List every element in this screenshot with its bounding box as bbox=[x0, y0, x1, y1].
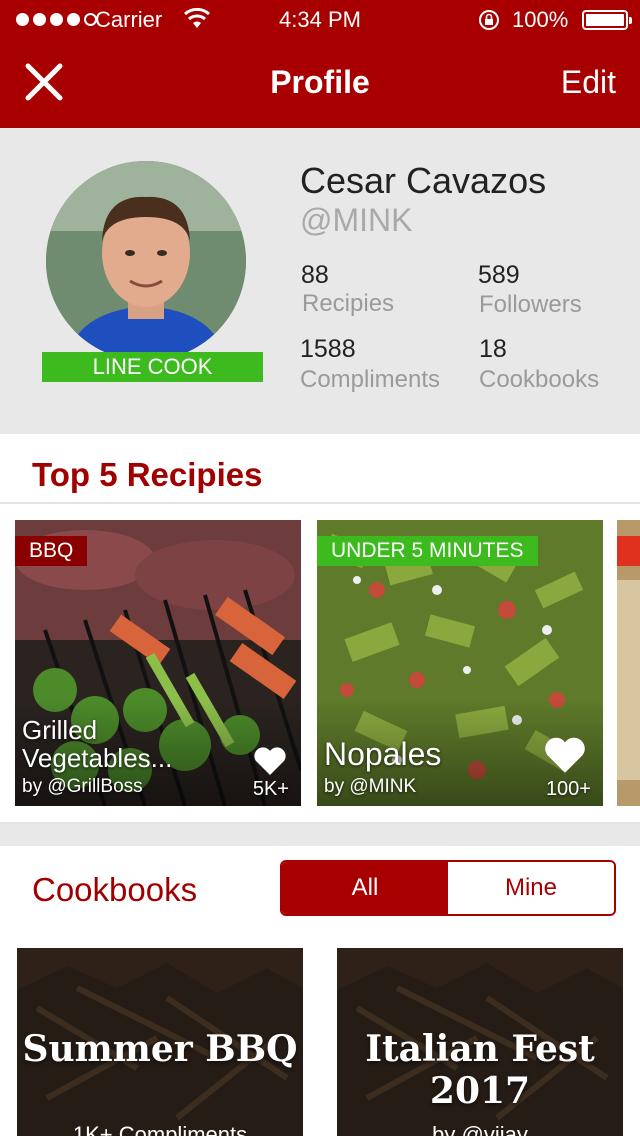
battery-icon bbox=[582, 10, 632, 30]
heart-icon[interactable] bbox=[543, 736, 587, 774]
cookbook-card[interactable]: Summer BBQ 1K+ Compliments bbox=[17, 948, 303, 1136]
edit-button[interactable]: Edit bbox=[561, 64, 616, 101]
followers-count: 589 bbox=[478, 261, 520, 289]
cookbooks-count: 18 bbox=[479, 335, 507, 363]
recipe-title: Nopales bbox=[324, 736, 442, 772]
recipe-photo bbox=[617, 520, 640, 806]
recipe-card[interactable]: BBQ Grilled Vegetables... by @GrillBoss … bbox=[15, 520, 301, 806]
top-recipes-carousel[interactable]: BBQ Grilled Vegetables... by @GrillBoss … bbox=[0, 502, 640, 824]
page-title: Profile bbox=[270, 64, 370, 100]
cookbook-title: Summer BBQ bbox=[22, 1028, 298, 1070]
cookbook-card[interactable]: Italian Fest 2017 by @vijay bbox=[337, 948, 623, 1136]
section-divider bbox=[0, 824, 640, 846]
nav-bar: Profile Edit bbox=[0, 40, 640, 128]
top-recipes-title: Top 5 Recipies bbox=[32, 456, 263, 493]
recipe-card-partial[interactable] bbox=[617, 520, 640, 806]
followers-label[interactable]: Followers bbox=[479, 291, 582, 319]
cookbook-subtitle: by @vijay bbox=[432, 1122, 528, 1136]
status-bar: Carrier 4:34 PM 100% bbox=[0, 0, 640, 40]
profile-name: Cesar Cavazos bbox=[300, 160, 547, 201]
recipes-count: 88 bbox=[301, 261, 329, 289]
cookbooks-title: Cookbooks bbox=[32, 871, 198, 908]
recipes-label[interactable]: Recipies bbox=[302, 290, 394, 318]
cookbook-filter[interactable]: All Mine bbox=[280, 860, 616, 916]
recipe-card[interactable]: UNDER 5 MINUTES Nopales by @MINK 100+ bbox=[317, 520, 603, 806]
top-bar: Carrier 4:34 PM 100% Profile Edit bbox=[0, 0, 640, 128]
rotation-lock-icon bbox=[479, 10, 499, 30]
recipe-author[interactable]: by @MINK bbox=[324, 776, 416, 798]
battery-percent: 100% bbox=[512, 7, 569, 32]
filter-all-button[interactable]: All bbox=[282, 862, 448, 914]
rank-badge: LINE COOK bbox=[42, 352, 263, 382]
recipe-tag: BBQ bbox=[15, 536, 88, 566]
cookbook-subtitle: 1K+ Compliments bbox=[72, 1122, 248, 1136]
heart-icon[interactable] bbox=[253, 746, 287, 776]
recipe-author[interactable]: by @GrillBoss bbox=[22, 776, 143, 798]
likes-count: 5K+ bbox=[252, 778, 289, 800]
compliments-label[interactable]: Compliments bbox=[300, 366, 440, 394]
likes-count: 100+ bbox=[545, 778, 591, 800]
recipe-title: Grilled Vegetables... bbox=[22, 715, 173, 773]
recipe-tag: UNDER 5 MINUTES bbox=[317, 536, 538, 566]
cookbook-title: Italian Fest 2017 bbox=[365, 1028, 595, 1112]
avatar[interactable] bbox=[46, 161, 246, 361]
profile-header: LINE COOK Cesar Cavazos @MINK 88 Recipie… bbox=[0, 128, 640, 434]
filter-mine-button[interactable]: Mine bbox=[448, 862, 614, 914]
compliments-count: 1588 bbox=[300, 335, 356, 363]
close-icon[interactable] bbox=[22, 60, 66, 104]
cookbooks-label[interactable]: Cookbooks bbox=[479, 366, 599, 394]
profile-handle: @MINK bbox=[300, 202, 413, 238]
